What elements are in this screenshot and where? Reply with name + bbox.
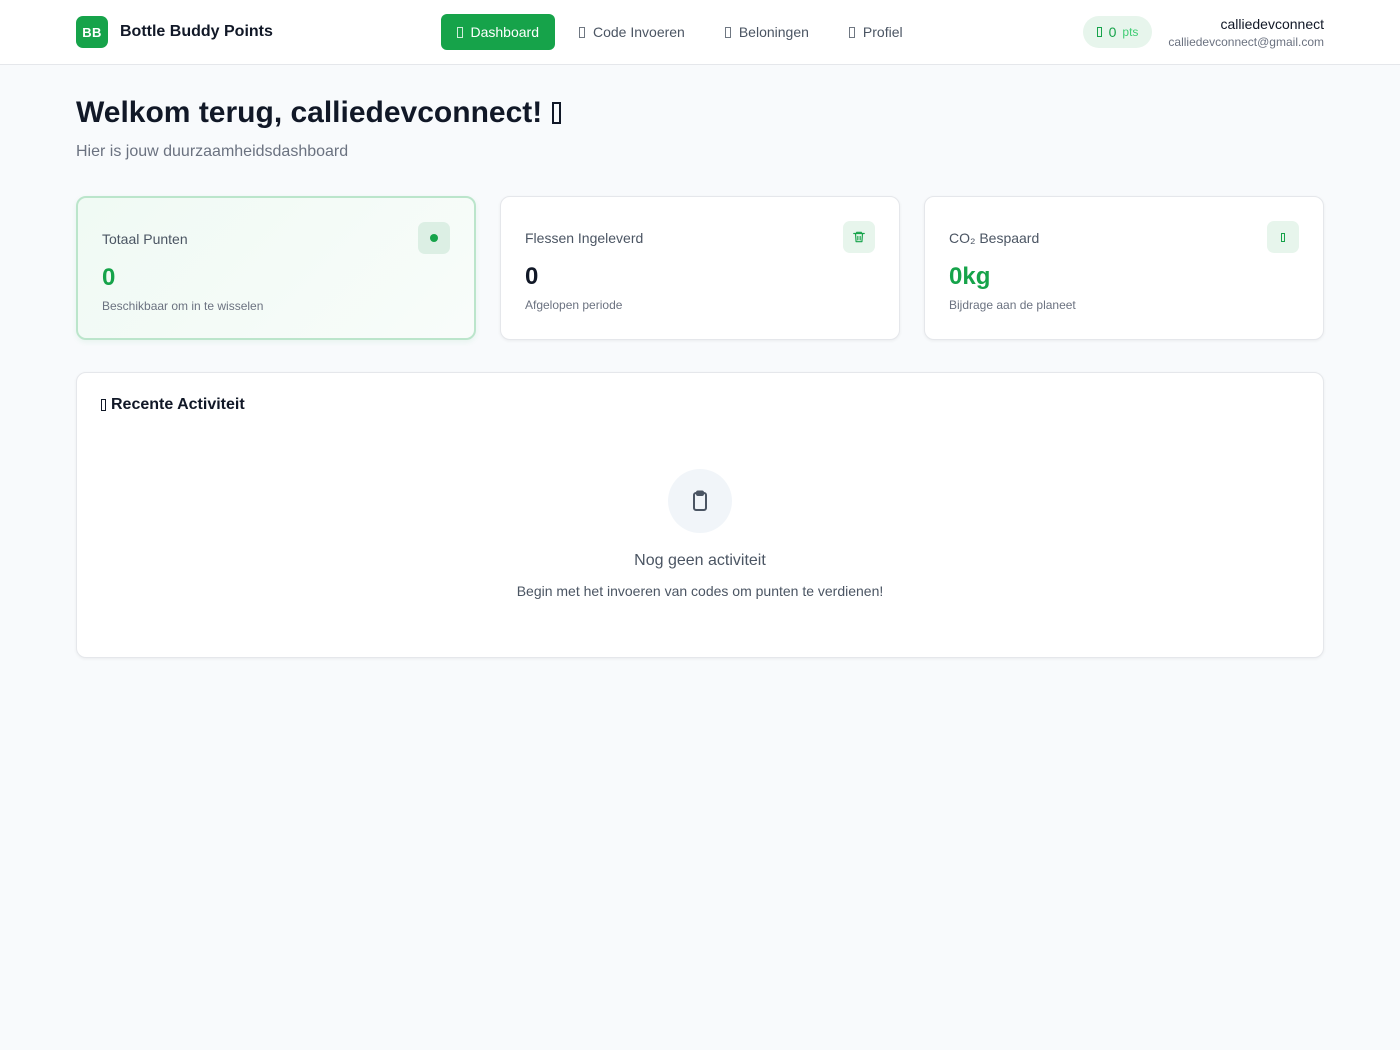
- user-name: calliedevconnect: [1220, 16, 1324, 32]
- page-title-text: Welkom terug, calliedevconnect!: [76, 96, 543, 129]
- stat-subtext: Bijdrage aan de planeet: [949, 298, 1076, 312]
- stat-card-total-points: Totaal Punten 0 Beschikbaar om in te wis…: [76, 196, 476, 340]
- nav-item-code-invoeren[interactable]: Code Invoeren: [563, 14, 701, 50]
- stat-value: 0kg: [949, 263, 991, 290]
- stat-label: CO₂ Bespaard: [949, 230, 1040, 246]
- points-unit: pts: [1122, 25, 1139, 39]
- page-title: Welkom terug, calliedevconnect!: [76, 96, 562, 130]
- stat-value: 0: [525, 263, 539, 290]
- section-title: Recente Activiteit: [101, 396, 245, 414]
- stat-card-co2-saved: CO₂ Bespaard 0kg Bijdrage aan de planeet: [924, 196, 1324, 340]
- activity-icon: [101, 399, 106, 411]
- nav-item-label: Dashboard: [470, 24, 540, 40]
- stat-subtext: Beschikbaar om in te wisselen: [102, 299, 264, 313]
- points-dot-icon: [418, 222, 450, 254]
- empty-state-title: Nog geen activiteit: [634, 552, 766, 569]
- recent-activity-panel: Recente Activiteit Nog geen activiteit B…: [76, 372, 1324, 658]
- top-navbar: BB Bottle Buddy Points Dashboard Code In…: [0, 0, 1400, 65]
- gift-icon: [724, 26, 731, 38]
- empty-state-description: Begin met het invoeren van codes om punt…: [516, 583, 884, 599]
- stat-card-bottles-returned: Flessen Ingeleverd 0 Afgelopen periode: [500, 196, 900, 340]
- leaf-icon: [1267, 221, 1299, 253]
- nav-item-label: Beloningen: [738, 24, 809, 40]
- trash-icon: [843, 221, 875, 253]
- stat-label: Totaal Punten: [102, 231, 188, 247]
- user-email: calliedevconnect@gmail.com: [1168, 35, 1324, 49]
- stat-subtext: Afgelopen periode: [525, 298, 623, 312]
- code-icon: [579, 26, 585, 38]
- wave-icon: [552, 102, 562, 124]
- page-subtitle: Hier is jouw duurzaamheidsdashboard: [76, 143, 349, 160]
- stat-value: 0: [102, 264, 116, 291]
- nav-item-label: Profiel: [862, 24, 903, 40]
- nav-item-beloningen[interactable]: Beloningen: [709, 14, 825, 50]
- brand-logo: BB: [76, 16, 108, 48]
- home-icon: [457, 26, 463, 38]
- clipboard-icon: [668, 469, 732, 533]
- brand[interactable]: BB Bottle Buddy Points: [76, 16, 273, 48]
- section-title-text: Recente Activiteit: [111, 396, 245, 413]
- user-menu[interactable]: calliedevconnect calliedevconnect@gmail.…: [1168, 15, 1324, 50]
- user-icon: [848, 26, 855, 38]
- nav-item-profiel[interactable]: Profiel: [833, 14, 919, 50]
- points-value: 0: [1108, 24, 1117, 40]
- nav-item-dashboard[interactable]: Dashboard: [441, 14, 555, 50]
- main-nav: Dashboard Code Invoeren Beloningen Profi…: [441, 14, 927, 50]
- points-icon: [1096, 27, 1102, 37]
- nav-item-label: Code Invoeren: [593, 24, 685, 40]
- brand-name: Bottle Buddy Points: [120, 23, 273, 40]
- points-badge: 0 pts: [1083, 16, 1152, 48]
- stat-label: Flessen Ingeleverd: [525, 230, 644, 246]
